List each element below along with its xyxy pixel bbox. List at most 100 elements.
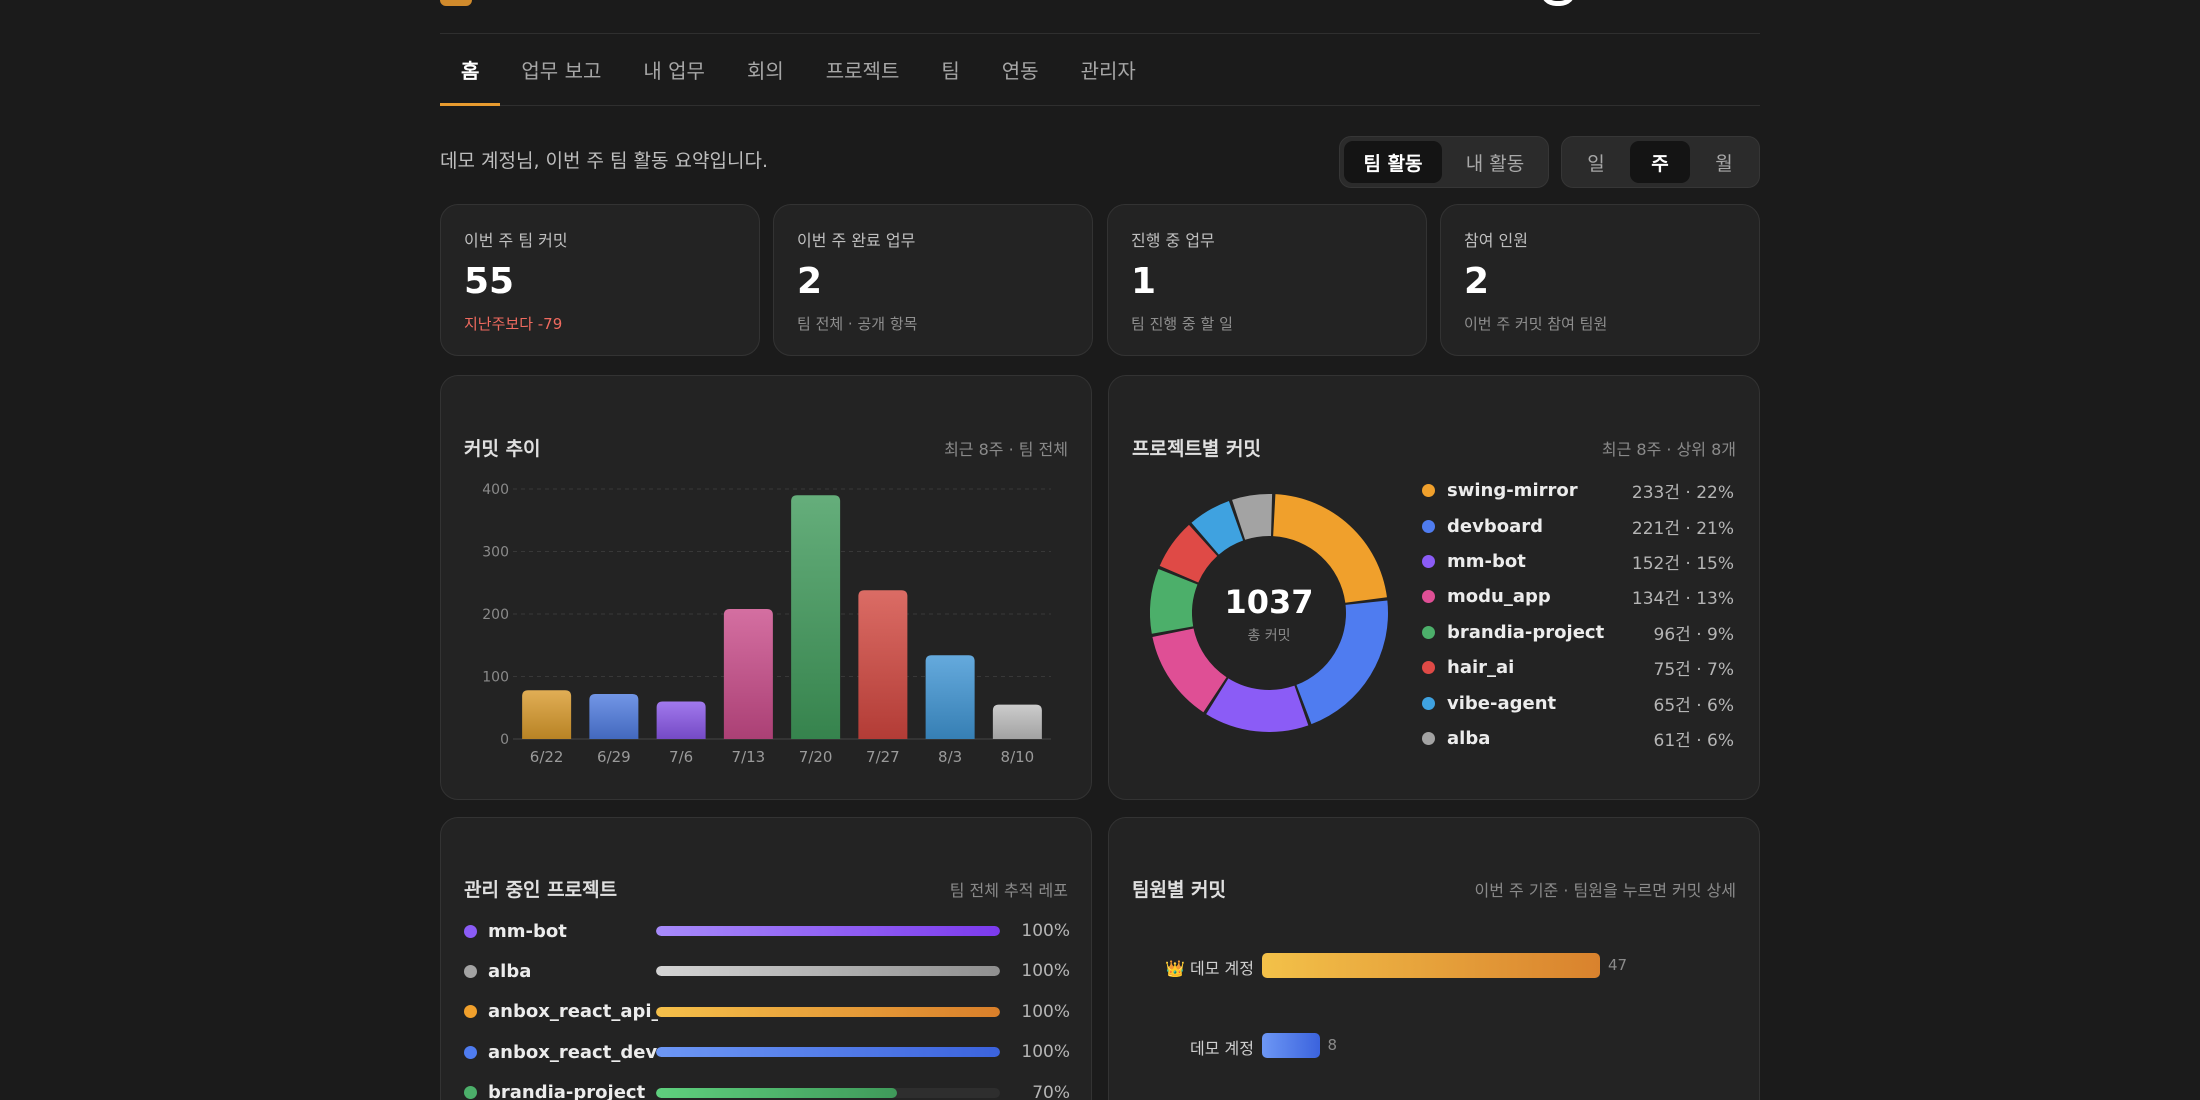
legend-item[interactable]: vibe-agent 65건 · 6%: [1422, 685, 1734, 720]
legend-value: 233건 · 22%: [1631, 483, 1734, 504]
project-row[interactable]: mm-bot 100%: [464, 916, 1070, 946]
y-tick-label: 100: [482, 670, 509, 686]
app-logo[interactable]: [440, 0, 472, 6]
project-progress-percent: 100%: [1021, 961, 1070, 982]
tab-integrations[interactable]: 연동: [981, 34, 1060, 105]
legend-dot: [1422, 696, 1435, 710]
donut-slice-mm-bot[interactable]: [1206, 678, 1309, 732]
period-day-button[interactable]: 일: [1566, 141, 1626, 183]
panel-meta: 최근 8주 · 상위 8개: [1601, 440, 1736, 459]
stat-delta: 지난주보다 -79: [464, 315, 563, 333]
scope-mine-button[interactable]: 내 활동: [1446, 141, 1544, 183]
legend-value: 61건 · 6%: [1653, 730, 1734, 751]
legend-value: 75건 · 7%: [1653, 660, 1734, 681]
project-progress-bar: [656, 1047, 1000, 1058]
stat-label: 이번 주 팀 커밋: [464, 231, 568, 250]
stat-card-participants: 참여 인원 2 이번 주 커밋 참여 팀원: [1440, 204, 1760, 356]
x-tick-label: 7/27: [866, 748, 900, 766]
tab-home[interactable]: 홈: [440, 34, 501, 106]
panel-title: 팀원별 커밋: [1132, 879, 1227, 901]
x-tick-label: 7/13: [732, 748, 766, 766]
tab-work-report[interactable]: 업무 보고: [500, 34, 622, 105]
tab-team[interactable]: 팀: [920, 34, 980, 105]
stat-sub: 팀 진행 중 할 일: [1131, 315, 1233, 333]
project-row[interactable]: anbox_react_api_ 100%: [464, 997, 1070, 1027]
bar-6/29[interactable]: [589, 694, 639, 739]
bar-6/22[interactable]: [522, 690, 572, 739]
project-progress-fill: [656, 926, 1000, 936]
tab-projects[interactable]: 프로젝트: [805, 34, 921, 105]
project-dot: [464, 964, 477, 978]
scope-team-button[interactable]: 팀 활동: [1344, 141, 1442, 183]
bar-7/20[interactable]: [791, 495, 841, 739]
tab-admin[interactable]: 관리자: [1060, 34, 1157, 105]
project-row[interactable]: alba 100%: [464, 956, 1070, 986]
project-dot: [464, 1005, 477, 1019]
member-row[interactable]: 데모 계정 8: [1132, 1032, 1738, 1060]
project-progress-bar: [656, 966, 1000, 977]
member-commit-bar[interactable]: [1262, 1033, 1320, 1058]
stat-card-in-progress: 진행 중 업무 1 팀 진행 중 할 일: [1107, 204, 1427, 356]
period-toggle: 일 주 월: [1561, 136, 1760, 188]
legend-label: hair_ai: [1447, 657, 1515, 679]
member-commit-count: 8: [1327, 1036, 1338, 1054]
legend-item[interactable]: alba 61건 · 6%: [1422, 721, 1734, 756]
legend-item[interactable]: hair_ai 75건 · 7%: [1422, 650, 1734, 685]
project-progress-percent: 100%: [1021, 1001, 1070, 1022]
commit-trend-chart: 0 100 200 300 400 6/22 6/29 7/6 7/13 7/20 7/27 8/3 8…: [482, 482, 1051, 766]
legend-value: 96건 · 9%: [1653, 624, 1734, 645]
legend-item[interactable]: modu_app 134건 · 13%: [1422, 579, 1734, 614]
member-name: 👑 데모 계정: [1165, 959, 1254, 978]
project-name: brandia-project: [488, 1082, 646, 1100]
legend-value: 65건 · 6%: [1653, 695, 1734, 716]
legend-dot: [1422, 625, 1435, 639]
project-progress-bar: [656, 1006, 1000, 1017]
legend-dot: [1422, 590, 1435, 604]
member-commit-bar[interactable]: [1262, 953, 1600, 978]
donut-total: 1037: [1224, 583, 1313, 621]
period-week-button[interactable]: 주: [1630, 141, 1690, 183]
x-tick-label: 7/20: [799, 748, 833, 766]
bar-7/13[interactable]: [723, 609, 773, 739]
period-month-button[interactable]: 월: [1694, 141, 1754, 183]
bar-8/3[interactable]: [925, 655, 975, 739]
y-tick-label: 200: [482, 607, 509, 623]
legend-dot: [1422, 484, 1435, 498]
panel-title: 관리 중인 프로젝트: [464, 879, 618, 901]
legend-item[interactable]: devboard 221건 · 21%: [1422, 508, 1734, 543]
legend-label: alba: [1447, 727, 1491, 749]
project-progress-fill: [656, 1087, 897, 1098]
stat-value: 1: [1131, 261, 1157, 302]
bar-7/27[interactable]: [858, 590, 908, 739]
project-dot: [464, 1045, 477, 1059]
project-legend: swing-mirror 233건 · 22% devboard 221건 · 21%…: [1422, 473, 1734, 756]
legend-value: 134건 · 13%: [1631, 589, 1734, 610]
project-commits-donut: 1037 총 커밋: [1150, 494, 1388, 732]
legend-item[interactable]: swing-mirror 233건 · 22%: [1422, 473, 1734, 508]
legend-label: mm-bot: [1447, 550, 1526, 572]
project-commits-panel: 프로젝트별 커밋 최근 8주 · 상위 8개 1037 총 커밋 swing-m…: [1108, 375, 1760, 800]
tab-my-tasks[interactable]: 내 업무: [622, 34, 726, 105]
member-row[interactable]: 👑 데모 계정 47: [1132, 952, 1738, 980]
legend-item[interactable]: mm-bot 152건 · 15%: [1422, 544, 1734, 579]
project-progress-percent: 70%: [1032, 1082, 1070, 1100]
greeting-text: 데모 계정님, 이번 주 팀 활동 요약입니다.: [440, 150, 768, 172]
legend-item[interactable]: brandia-project 96건 · 9%: [1422, 615, 1734, 650]
stat-value: 55: [464, 261, 515, 302]
x-tick-label: 6/22: [530, 748, 564, 766]
project-progress-fill: [656, 1047, 1000, 1058]
tab-meetings[interactable]: 회의: [726, 34, 805, 105]
user-avatar[interactable]: [1540, 0, 1576, 6]
commit-trend-panel: 커밋 추이 최근 8주 · 팀 전체 0 100 200 300 400 6/22 6/29…: [440, 375, 1092, 800]
member-commit-count: 47: [1608, 956, 1628, 974]
legend-dot: [1422, 554, 1435, 568]
project-progress-bar: [656, 926, 1000, 936]
member-commits-panel: 팀원별 커밋 이번 주 기준 · 팀원을 누르면 커밋 상세 👑 데모 계정 47…: [1108, 817, 1760, 1100]
member-name: 데모 계정: [1190, 1039, 1254, 1058]
stat-label: 이번 주 완료 업무: [797, 231, 916, 250]
legend-label: swing-mirror: [1447, 480, 1578, 502]
bar-7/6[interactable]: [656, 701, 706, 740]
project-row[interactable]: brandia-project 70%: [464, 1078, 1070, 1100]
project-row[interactable]: anbox_react_dev 100%: [464, 1037, 1070, 1067]
bar-8/10[interactable]: [992, 704, 1042, 739]
